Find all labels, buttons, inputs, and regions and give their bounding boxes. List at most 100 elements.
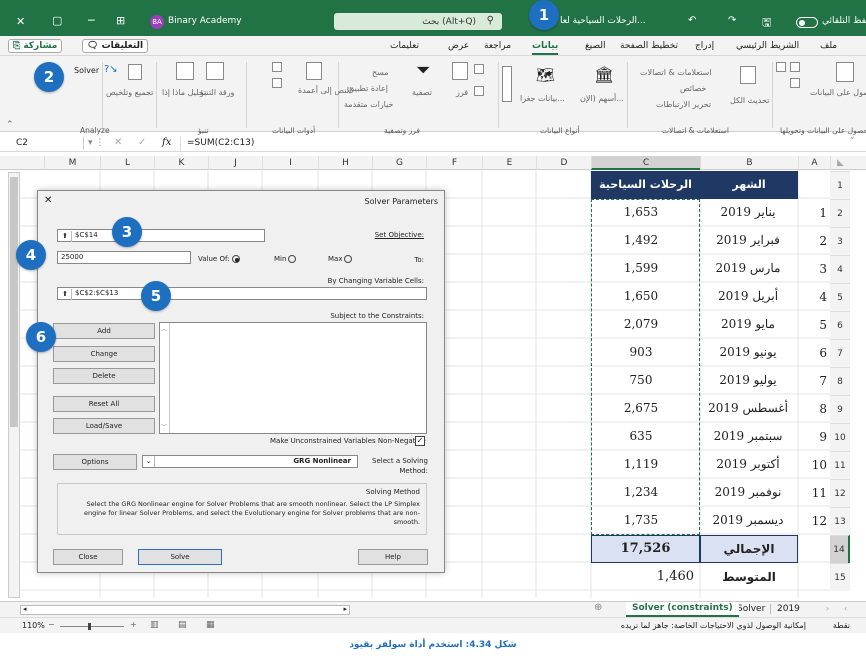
cancel-icon[interactable]: ✕ xyxy=(114,137,122,148)
normal-view-icon[interactable]: ▦ xyxy=(206,620,215,630)
col-header-b[interactable]: B xyxy=(700,156,798,170)
from-text-icon[interactable] xyxy=(790,62,800,72)
changing-cells-input[interactable]: ⬆ $C$2:$C$13 xyxy=(57,287,427,300)
undo-icon[interactable]: ↶ xyxy=(688,15,696,26)
value-of-radio-circle[interactable] xyxy=(231,255,240,263)
from-table-icon[interactable] xyxy=(790,78,800,88)
row-index-cell[interactable]: 7 xyxy=(798,374,830,388)
month-cell[interactable]: أغسطس 2019 xyxy=(700,401,796,415)
col-header-k[interactable]: K xyxy=(154,156,208,170)
row-header-10[interactable]: 10 xyxy=(830,423,850,451)
col-header-j[interactable]: J xyxy=(208,156,262,170)
sheet-tab-2019[interactable]: 2019 xyxy=(770,604,806,614)
row-index-cell[interactable]: 11 xyxy=(798,486,830,500)
constraints-list[interactable]: ︿ ﹀ xyxy=(159,322,427,434)
row-index-cell[interactable]: 8 xyxy=(798,402,830,416)
delete-button[interactable]: Delete xyxy=(53,368,155,384)
save-icon[interactable]: 🖫 xyxy=(762,14,771,33)
row-header-14[interactable]: 14 xyxy=(830,535,850,563)
flash-fill-icon[interactable] xyxy=(272,62,282,72)
restore-icon[interactable]: ▢ xyxy=(52,14,62,27)
vertical-scrollbar[interactable] xyxy=(8,172,20,598)
clear-button[interactable]: مسح xyxy=(372,68,389,77)
row-header-13[interactable]: 13 xyxy=(830,507,850,535)
row-index-cell[interactable]: 1 xyxy=(798,206,830,220)
row-header-3[interactable]: 3 xyxy=(830,227,850,255)
tab-help[interactable]: تعليمات xyxy=(390,41,419,51)
formula-input[interactable]: =SUM(C2:C13) xyxy=(180,136,840,151)
tab-file[interactable]: ملف xyxy=(820,41,837,51)
col-header-e[interactable]: E xyxy=(482,156,536,170)
row-header-9[interactable]: 9 xyxy=(830,395,850,423)
col-header-i[interactable]: I xyxy=(262,156,318,170)
zoom-level[interactable]: 110% xyxy=(22,621,45,630)
average-label[interactable]: المتوسط xyxy=(700,563,798,591)
help-button[interactable]: Help xyxy=(358,549,428,565)
tab-home[interactable]: الشريط الرئيسي xyxy=(736,41,799,51)
scroll-left-icon[interactable]: ◂ xyxy=(23,605,27,613)
solve-button[interactable]: Solve xyxy=(138,549,222,565)
col-header-a[interactable]: A xyxy=(798,156,830,170)
row-index-cell[interactable]: 4 xyxy=(798,290,830,304)
month-cell[interactable]: يونيو 2019 xyxy=(700,345,796,359)
scroll-right-icon[interactable]: ▸ xyxy=(343,605,347,613)
row-index-cell[interactable]: 10 xyxy=(798,458,830,472)
tab-review[interactable]: مراجعة xyxy=(484,41,511,51)
get-data-icon[interactable] xyxy=(836,62,854,82)
what-if-button[interactable]: تحليل ماذا إذا xyxy=(162,88,206,97)
month-cell[interactable]: يوليو 2019 xyxy=(700,373,796,387)
col-header-h[interactable]: H xyxy=(318,156,372,170)
tab-formulas[interactable]: الصيغ xyxy=(585,41,606,51)
scroll-up-icon[interactable]: ︿ xyxy=(161,324,167,333)
close-icon[interactable]: ✕ xyxy=(16,15,25,28)
dialog-close-icon[interactable]: ✕ xyxy=(44,195,52,206)
sort-button[interactable]: فرز xyxy=(456,88,468,97)
reset-all-button[interactable]: Reset All xyxy=(53,396,155,412)
geography-button[interactable]: بيانات جغرا... xyxy=(520,94,565,103)
outline-button[interactable]: تجميع وتلخيص xyxy=(106,88,153,97)
new-sheet-icon[interactable]: ⊕ xyxy=(594,602,602,613)
row-header-12[interactable]: 12 xyxy=(830,479,850,507)
refresh-all-label[interactable]: تحديث الكل xyxy=(730,96,769,105)
geography-icon[interactable]: 🗺 xyxy=(536,66,555,84)
forecast-sheet-icon[interactable] xyxy=(206,62,224,80)
page-layout-view-icon[interactable]: ▤ xyxy=(178,620,187,630)
total-label[interactable]: الإجمالي xyxy=(700,535,798,563)
add-button[interactable]: Add xyxy=(53,323,155,339)
max-radio[interactable]: Max xyxy=(328,255,353,263)
sheet-tab-solver-constraints[interactable]: Solver (constraints) xyxy=(626,602,739,617)
stocks-icon[interactable]: 🏛 xyxy=(594,66,614,84)
options-button[interactable]: Options xyxy=(53,454,137,470)
load-save-button[interactable]: Load/Save xyxy=(53,418,155,434)
row-header-4[interactable]: 4 xyxy=(830,255,850,283)
page-break-view-icon[interactable]: ▥ xyxy=(150,620,159,630)
tab-page-layout[interactable]: تخطيط الصفحة xyxy=(620,41,678,51)
fx-icon[interactable]: fx xyxy=(162,137,171,148)
month-cell[interactable]: فبراير 2019 xyxy=(700,233,796,247)
col-header-g[interactable]: G xyxy=(372,156,426,170)
autosave-toggle[interactable] xyxy=(796,17,818,28)
col-header-m[interactable]: M xyxy=(44,156,100,170)
ribbon-display-icon[interactable]: ⊞ xyxy=(116,14,125,27)
col-header-d[interactable]: D xyxy=(536,156,591,170)
prev-sheet-icon[interactable]: ‹ xyxy=(844,604,847,613)
name-box-dropdown-icon[interactable]: ▾ ⋮ xyxy=(88,138,104,148)
row-index-cell[interactable]: 3 xyxy=(798,262,830,276)
solver-button[interactable]: Solver xyxy=(74,66,99,75)
outline-icon[interactable] xyxy=(128,64,142,80)
minimize-icon[interactable]: ─ xyxy=(88,14,95,27)
header-month[interactable]: الشهر xyxy=(700,171,798,199)
max-radio-circle[interactable] xyxy=(344,255,353,263)
month-cell[interactable]: نوفمبر 2019 xyxy=(700,485,796,499)
select-all-icon[interactable]: ◣ xyxy=(830,156,850,170)
collapse-ref-icon[interactable]: ⬆ xyxy=(59,289,72,300)
enter-icon[interactable]: ✓ xyxy=(138,137,146,148)
properties-button[interactable]: خصائص xyxy=(680,84,706,93)
filter-button[interactable]: تصفية xyxy=(412,88,432,97)
row-header-6[interactable]: 6 xyxy=(830,311,850,339)
redo-icon[interactable]: ↷ xyxy=(728,15,736,26)
min-radio[interactable]: Min xyxy=(274,255,297,263)
collapse-ribbon-icon[interactable]: ⌃ xyxy=(6,120,14,130)
tab-data[interactable]: بيانات xyxy=(532,41,559,55)
horizontal-scrollbar[interactable]: ◂ ▸ xyxy=(20,605,350,615)
